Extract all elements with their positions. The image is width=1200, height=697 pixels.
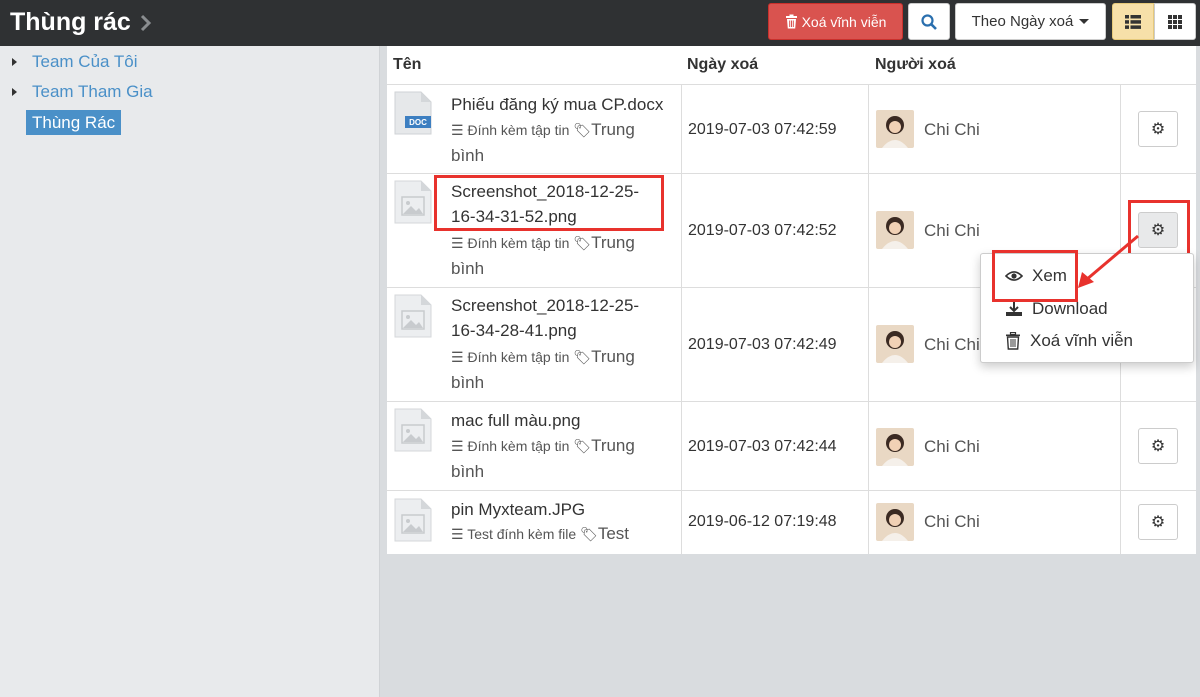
file-meta: ☰ Đính kèm tập tin 🏷Trung bình <box>451 233 635 278</box>
gear-icon: ⚙ <box>1150 438 1166 455</box>
row-actions-button[interactable]: ⚙ <box>1138 504 1178 540</box>
delete-all-label: Xoá vĩnh viễn <box>801 13 887 30</box>
menu-item-delete-permanently[interactable]: Xoá vĩnh viễn <box>1005 331 1133 351</box>
file-name[interactable]: Screenshot_2018-12-25- 16-34-28-41.png <box>451 293 681 343</box>
svg-text:DOC: DOC <box>409 118 427 127</box>
sidebar-item-label: Team Tham Gia <box>32 82 153 101</box>
menu-item-download[interactable]: Download <box>1005 299 1108 319</box>
attachment-icon: ☰ <box>451 438 464 454</box>
sort-label: Theo Ngày xoá <box>971 13 1074 30</box>
deleted-date: 2019-07-03 07:42:59 <box>688 121 837 138</box>
avatar <box>876 110 914 148</box>
sidebar: Team Của Tôi Team Tham Gia Thùng Rác <box>0 46 380 697</box>
sidebar-item-my-team[interactable]: Team Của Tôi <box>12 50 138 74</box>
tag-icon: 🏷 <box>573 349 592 365</box>
file-meta: ☰ Test đính kèm file 🏷Test <box>451 524 629 543</box>
deleted-date: 2019-06-12 07:19:48 <box>688 513 837 530</box>
attachment-icon: ☰ <box>451 122 464 138</box>
gear-icon: ⚙ <box>1150 514 1166 531</box>
avatar <box>876 325 914 363</box>
avatar <box>876 503 914 541</box>
trash-icon <box>785 14 797 29</box>
expand-arrow-icon[interactable] <box>12 58 17 66</box>
attachment-icon: ☰ <box>451 526 464 542</box>
file-name[interactable]: mac full màu.png <box>451 408 681 433</box>
column-header-date[interactable]: Ngày xoá <box>687 56 758 74</box>
file-meta: ☰ Đính kèm tập tin 🏷Trung bình <box>451 436 635 481</box>
file-meta: ☰ Đính kèm tập tin 🏷Trung bình <box>451 120 635 165</box>
top-bar: Thùng rác Xoá vĩnh viễn Theo Ngày xoá <box>0 0 1200 46</box>
image-file-icon <box>394 498 432 542</box>
avatar <box>876 428 914 466</box>
avatar <box>876 211 914 249</box>
file-name[interactable]: Phiếu đăng ký mua CP.docx <box>451 92 681 117</box>
gear-icon: ⚙ <box>1150 121 1166 138</box>
sidebar-item-trash[interactable]: Thùng Rác <box>26 110 122 135</box>
deleted-date: 2019-07-03 07:42:49 <box>688 336 837 353</box>
tag-icon: 🏷 <box>573 438 592 454</box>
file-name[interactable]: pin Myxteam.JPG <box>451 497 681 522</box>
file-meta: ☰ Đính kèm tập tin 🏷Trung bình <box>451 347 635 392</box>
user-name: Chi Chi <box>924 221 980 240</box>
annotation-arrow <box>1078 234 1139 288</box>
page-title: Thùng rác <box>10 8 131 36</box>
sidebar-item-joined-team[interactable]: Team Tham Gia <box>12 80 153 104</box>
chevron-right-icon[interactable] <box>139 13 153 33</box>
caret-down-icon <box>1079 19 1090 24</box>
tag-icon: 🏷 <box>580 526 598 542</box>
deleted-date: 2019-07-03 07:42:44 <box>688 438 837 455</box>
image-file-icon <box>394 294 432 338</box>
grid-view-icon <box>1168 14 1182 29</box>
attachment-icon: ☰ <box>451 349 464 365</box>
list-view-icon <box>1125 14 1141 29</box>
column-header-user[interactable]: Người xoá <box>875 56 956 74</box>
image-file-icon <box>394 180 432 224</box>
highlight-box-filename <box>434 175 664 231</box>
table-row[interactable]: DOC Phiếu đăng ký mua CP.docx ☰ Đính kèm… <box>387 85 1196 174</box>
user-name: Chi Chi <box>924 437 980 456</box>
user-name: Chi Chi <box>924 120 980 139</box>
user-name: Chi Chi <box>924 335 980 354</box>
table-row[interactable]: mac full màu.png ☰ Đính kèm tập tin 🏷Tru… <box>387 402 1196 491</box>
deleted-date: 2019-07-03 07:42:52 <box>688 222 837 239</box>
list-view-button[interactable] <box>1112 3 1154 40</box>
sort-dropdown[interactable]: Theo Ngày xoá <box>955 3 1106 40</box>
user-name: Chi Chi <box>924 512 980 531</box>
download-icon <box>1006 302 1022 316</box>
trash-icon <box>1006 332 1020 350</box>
sidebar-item-label: Team Của Tôi <box>32 52 138 71</box>
delete-all-button[interactable]: Xoá vĩnh viễn <box>768 3 903 40</box>
tag-icon: 🏷 <box>573 235 592 251</box>
tag-icon: 🏷 <box>573 122 592 138</box>
search-button[interactable] <box>908 3 950 40</box>
search-icon <box>921 13 937 30</box>
attachment-icon: ☰ <box>451 235 464 251</box>
table-header: Tên Ngày xoá Người xoá <box>387 46 1196 85</box>
row-actions-button[interactable]: ⚙ <box>1138 111 1178 147</box>
column-header-name[interactable]: Tên <box>393 56 421 74</box>
image-file-icon <box>394 408 432 452</box>
table-row[interactable]: pin Myxteam.JPG ☰ Test đính kèm file 🏷Te… <box>387 491 1196 554</box>
doc-file-icon: DOC <box>394 91 432 135</box>
grid-view-button[interactable] <box>1154 3 1196 40</box>
row-actions-button[interactable]: ⚙ <box>1138 428 1178 464</box>
expand-arrow-icon[interactable] <box>12 88 17 96</box>
